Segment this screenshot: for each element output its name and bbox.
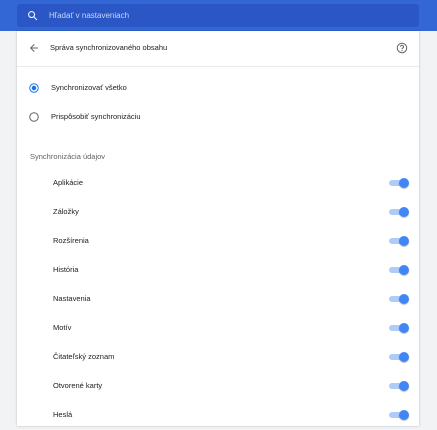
radio-sync-everything[interactable]: Synchronizovať všetko [17, 77, 419, 101]
sync-item-settings[interactable]: Nastavenia [17, 285, 419, 314]
sync-item-extensions[interactable]: Rozšírenia [17, 227, 419, 256]
toggle-switch[interactable] [389, 178, 409, 188]
sync-item-open-tabs[interactable]: Otvorené karty [17, 372, 419, 401]
page-title: Správa synchronizovaného obsahu [50, 43, 168, 52]
toggle-switch[interactable] [389, 410, 409, 420]
toggle-switch[interactable] [389, 265, 409, 275]
toolbar: Hľadať v nastaveniach [0, 0, 437, 31]
sync-item-label: Motív [53, 323, 72, 332]
toggle-switch[interactable] [389, 236, 409, 246]
radio-selected-icon[interactable] [29, 83, 39, 93]
toggle-switch[interactable] [389, 352, 409, 362]
arrow-back-icon[interactable] [28, 42, 40, 54]
sync-item-apps[interactable]: Aplikácie [17, 169, 419, 198]
sync-item-label: Heslá [53, 410, 73, 419]
toggle-switch[interactable] [389, 381, 409, 391]
sync-item-label: Čitateľský zoznam [53, 352, 115, 361]
sync-item-label: História [53, 265, 79, 274]
sync-item-history[interactable]: História [17, 256, 419, 285]
page-header: Správa synchronizovaného obsahu [17, 31, 419, 67]
search-icon [28, 11, 38, 21]
radio-customize-sync[interactable]: Prispôsobiť synchronizáciu [17, 106, 419, 130]
toggle-switch[interactable] [389, 294, 409, 304]
radio-label: Prispôsobiť synchronizáciu [51, 112, 141, 121]
search-placeholder: Hľadať v nastaveniach [49, 11, 130, 20]
sync-item-label: Nastavenia [53, 294, 91, 303]
toggle-switch[interactable] [389, 323, 409, 333]
radio-unselected-icon[interactable] [29, 112, 39, 122]
sync-item-label: Aplikácie [53, 178, 84, 187]
sync-item-label: Otvorené karty [53, 381, 103, 390]
section-title: Synchronizácia údajov [30, 152, 106, 161]
search-input[interactable]: Hľadať v nastaveniach [17, 4, 419, 27]
toggle-switch[interactable] [389, 207, 409, 217]
settings-card: Správa synchronizovaného obsahu Synchron… [17, 31, 419, 426]
sync-item-reading-list[interactable]: Čitateľský zoznam [17, 343, 419, 372]
help-icon[interactable] [396, 42, 408, 54]
radio-label: Synchronizovať všetko [51, 83, 127, 92]
sync-item-bookmarks[interactable]: Záložky [17, 198, 419, 227]
sync-item-label: Rozšírenia [53, 236, 89, 245]
sync-item-label: Záložky [53, 207, 79, 216]
sync-item-theme[interactable]: Motív [17, 314, 419, 343]
